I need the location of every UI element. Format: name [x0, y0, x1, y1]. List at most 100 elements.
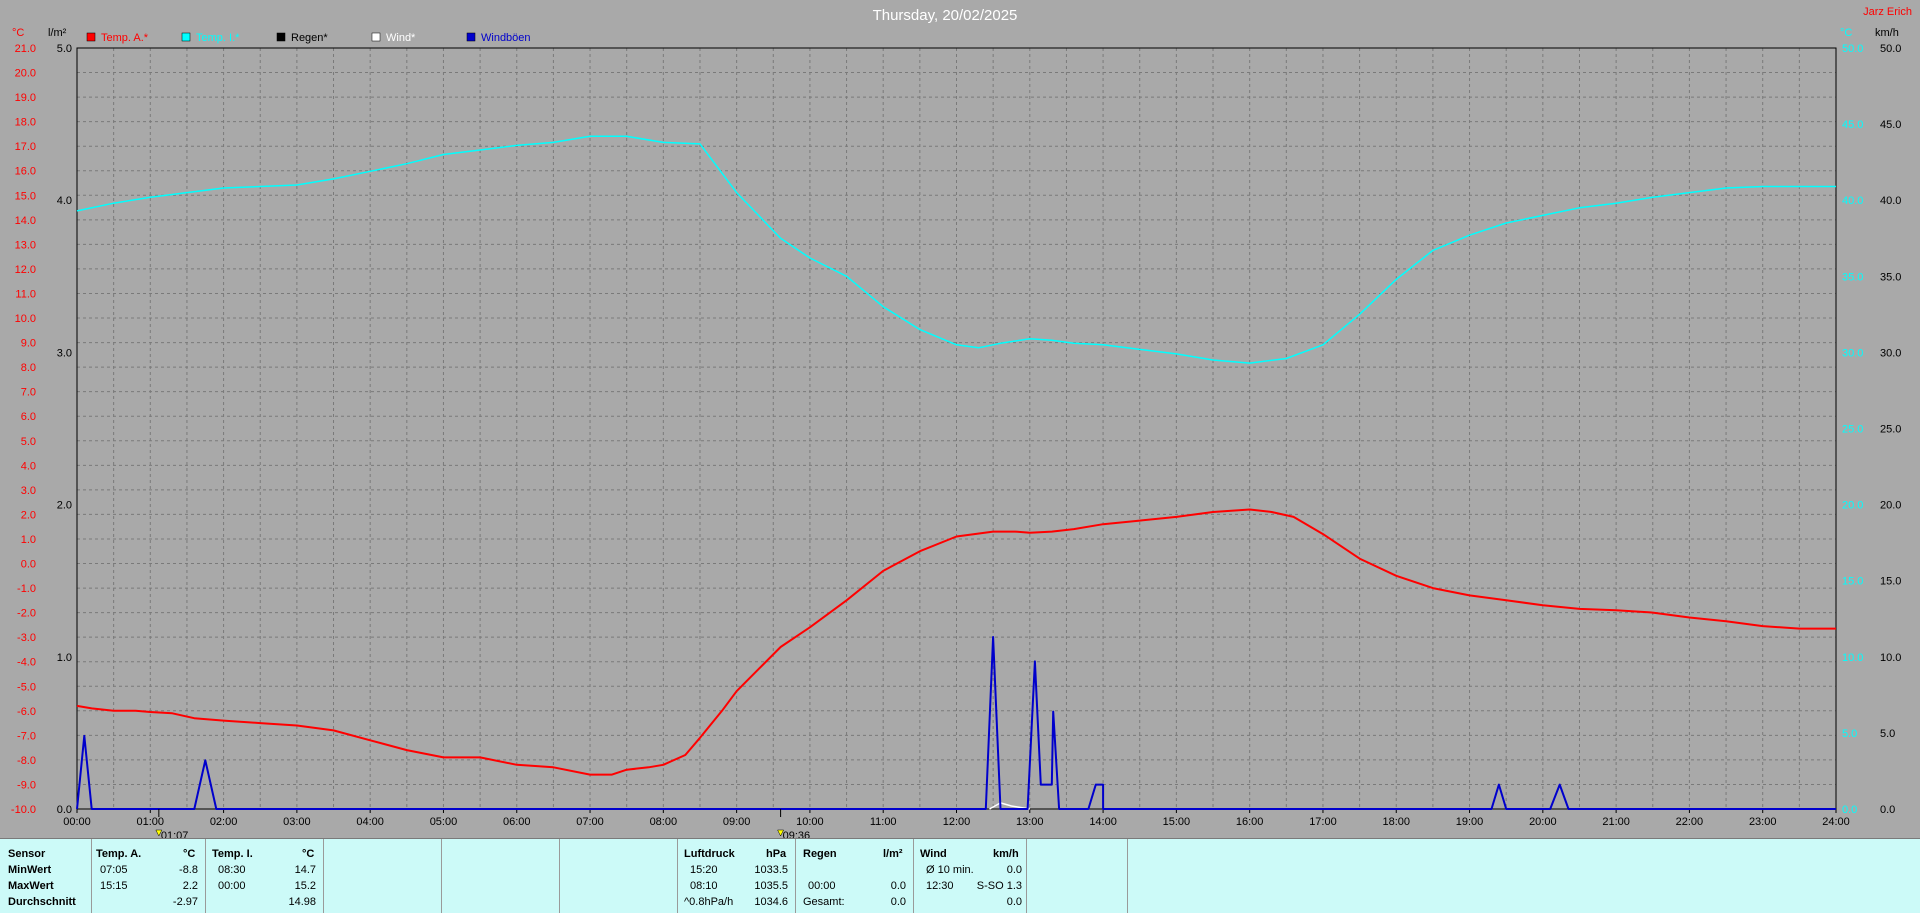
stats-wind-unit: km/h	[993, 848, 1019, 860]
y-tick-inside: 20.0	[1842, 500, 1863, 512]
x-tick-label: 16:00	[1236, 816, 1264, 828]
x-tick-label: 24:00	[1822, 816, 1850, 828]
stats-temp-in-max-value: 15.2	[294, 880, 316, 892]
x-tick-label: 21:00	[1602, 816, 1630, 828]
y-tick-wind: 45.0	[1880, 119, 1901, 131]
y-tick-temp: -1.0	[17, 583, 36, 595]
stats-divider	[1026, 839, 1027, 913]
y-tick-temp: 13.0	[15, 239, 36, 251]
legend-swatch	[371, 32, 381, 42]
legend-swatch	[276, 32, 286, 42]
y-tick-temp: -6.0	[17, 706, 36, 718]
x-tick-label: 17:00	[1309, 816, 1337, 828]
y-tick-inside: 25.0	[1842, 424, 1863, 436]
legend-label: Wind*	[386, 32, 416, 44]
y-tick-wind: 35.0	[1880, 271, 1901, 283]
stats-pressure-trend: ^0.8hPa/h	[684, 896, 734, 908]
y-tick-temp: 7.0	[21, 387, 36, 399]
stats-pressure-avg-value: 1034.6	[754, 896, 788, 908]
inside-axis-unit: °C	[1840, 27, 1852, 39]
stats-wind-max-value: S-SO 1.3	[976, 880, 1022, 892]
y-tick-temp: 11.0	[15, 288, 36, 300]
y-tick-inside: 15.0	[1842, 576, 1863, 588]
y-tick-inside: 10.0	[1842, 652, 1863, 664]
stats-pressure-max-value: 1035.5	[754, 880, 788, 892]
x-tick-label: 14:00	[1089, 816, 1117, 828]
y-tick-temp: 20.0	[15, 68, 36, 80]
y-tick-temp: 6.0	[21, 411, 36, 423]
y-tick-temp: 16.0	[15, 166, 36, 178]
stats-temp-out-min-time: 07:05	[100, 864, 128, 876]
x-tick-label: 01:00	[137, 816, 165, 828]
stats-temp-out-max-value: 2.2	[182, 880, 198, 892]
y-tick-temp: -4.0	[17, 657, 36, 669]
stats-rain-max-time: 00:00	[808, 880, 836, 892]
x-tick-label: 03:00	[283, 816, 311, 828]
x-tick-label: 20:00	[1529, 816, 1557, 828]
x-tick-label: 11:00	[870, 816, 897, 828]
stats-row-label-min: MinWert	[8, 864, 52, 876]
y-tick-temp: 19.0	[15, 92, 36, 104]
stats-temp-in-min-value: 14.7	[294, 864, 316, 876]
stats-temp-in-header: Temp. I.	[212, 848, 253, 860]
legend-label: Regen*	[291, 32, 328, 44]
x-tick-label: 08:00	[650, 816, 678, 828]
y-tick-wind: 30.0	[1880, 347, 1901, 359]
y-tick-wind: 0.0	[1880, 804, 1895, 816]
y-tick-temp: 9.0	[21, 338, 36, 350]
stats-rain-max-value: 0.0	[890, 880, 906, 892]
stats-temp-in-min-time: 08:30	[218, 864, 246, 876]
y-tick-temp: -3.0	[17, 632, 36, 644]
y-tick-temp: 2.0	[21, 509, 36, 521]
x-tick-label: 12:00	[943, 816, 971, 828]
x-tick-label: 18:00	[1382, 816, 1410, 828]
stats-temp-out-avg-value: -2.97	[172, 896, 198, 908]
y-tick-rain: 3.0	[57, 347, 72, 359]
y-tick-rain: 4.0	[57, 195, 72, 207]
y-tick-temp: 8.0	[21, 362, 36, 374]
stats-temp-out-header: Temp. A.	[96, 848, 142, 860]
y-tick-wind: 10.0	[1880, 652, 1901, 664]
y-tick-temp: 0.0	[21, 559, 36, 571]
y-tick-inside: 50.0	[1842, 43, 1863, 55]
stats-wind-max-time: 12:30	[926, 880, 954, 892]
y-tick-temp: 14.0	[15, 215, 36, 227]
y-tick-rain: 1.0	[57, 652, 72, 664]
x-tick-label: 00:00	[63, 816, 91, 828]
x-tick-label: 05:00	[430, 816, 458, 828]
stats-divider	[205, 839, 206, 913]
stats-divider	[323, 839, 324, 913]
stats-pressure-header: Luftdruck	[684, 848, 735, 860]
y-tick-temp: 15.0	[15, 190, 36, 202]
y-tick-wind: 50.0	[1880, 43, 1901, 55]
y-tick-temp: -7.0	[17, 730, 36, 742]
legend-swatch	[466, 32, 476, 42]
legend-swatch	[86, 32, 96, 42]
x-tick-label: 13:00	[1016, 816, 1044, 828]
stats-divider	[91, 839, 92, 913]
y-tick-temp: 5.0	[21, 436, 36, 448]
stats-pressure-min-time: 15:20	[690, 864, 718, 876]
x-tick-label: 09:00	[723, 816, 751, 828]
stats-row-label-max: MaxWert	[8, 880, 54, 892]
legend-label: Windböen	[481, 32, 531, 44]
legend-label: Temp. A.*	[101, 32, 149, 44]
y-tick-inside: 5.0	[1842, 728, 1857, 740]
stats-temp-in-unit: °C	[302, 848, 315, 860]
y-tick-wind: 15.0	[1880, 576, 1901, 588]
x-tick-label: 06:00	[503, 816, 531, 828]
statistics-panel: Sensor MinWert MaxWert Durchschnitt Temp…	[0, 838, 1920, 913]
stats-wind-mean-value: 0.0	[1006, 896, 1022, 908]
y-tick-inside: 0.0	[1842, 804, 1857, 816]
station-name: Jarz Erich	[1863, 6, 1912, 18]
y-tick-temp: 3.0	[21, 485, 36, 497]
y-tick-temp: 1.0	[21, 534, 36, 546]
y-tick-temp: -10.0	[11, 804, 36, 816]
y-tick-wind: 40.0	[1880, 195, 1901, 207]
y-tick-temp: 10.0	[15, 313, 36, 325]
legend-label: Temp. I.*	[196, 32, 240, 44]
stats-rain-header: Regen	[803, 848, 837, 860]
chart-background	[0, 0, 1920, 838]
x-tick-label: 04:00	[356, 816, 384, 828]
stats-divider	[559, 839, 560, 913]
